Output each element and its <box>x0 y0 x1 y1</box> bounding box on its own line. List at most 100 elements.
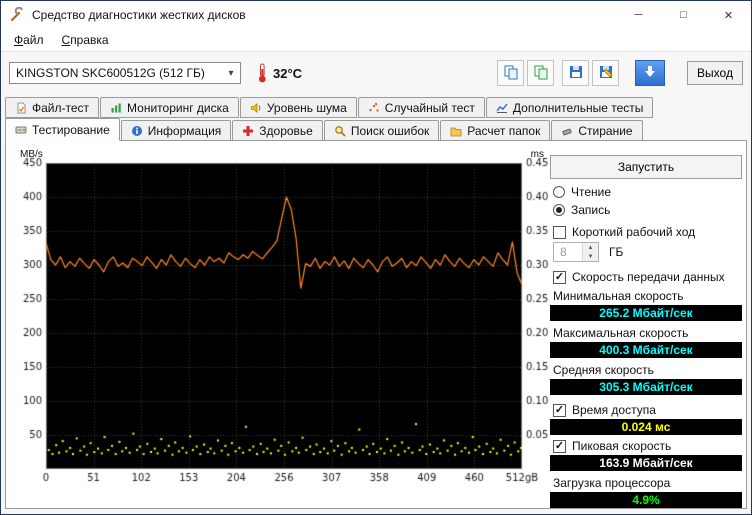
short-stroke-label: Короткий рабочий ход <box>572 225 695 239</box>
short-stroke-checkbox[interactable]: Короткий рабочий ход <box>550 225 742 239</box>
capacity-value: 8 <box>554 243 582 261</box>
disk-monitor-icon <box>110 102 122 114</box>
tab-health[interactable]: Здоровье <box>232 120 323 141</box>
burst-rate-label: Пиковая скорость <box>572 439 671 453</box>
start-button[interactable]: Запустить <box>550 155 742 179</box>
checkbox-icon <box>553 226 566 239</box>
write-radio[interactable]: Запись <box>550 203 742 217</box>
copy-text-button[interactable] <box>497 60 524 86</box>
tab-row-upper: Файл-тест Мониторинг диска Уровень шума … <box>5 96 747 118</box>
maximize-button[interactable]: □ <box>661 1 706 29</box>
window-title: Средство диагностики жестких дисков <box>32 8 246 22</box>
checkbox-checked-icon <box>553 271 566 284</box>
radio-icon <box>553 186 565 198</box>
down-arrow-icon <box>643 65 657 82</box>
drive-select-value: KINGSTON SKC600512G (512 ГБ) <box>16 66 205 80</box>
tab-label: Поиск ошибок <box>351 124 429 138</box>
folder-icon <box>450 125 462 137</box>
health-cross-icon <box>242 125 254 137</box>
checkbox-checked-icon <box>553 404 566 417</box>
menu-bar: Файл Справка <box>1 29 751 52</box>
max-speed-value: 400.3 Мбайт/сек <box>550 342 742 358</box>
drive-select[interactable]: KINGSTON SKC600512G (512 ГБ) ▾ <box>9 62 241 84</box>
avg-speed-label: Средняя скорость <box>550 363 742 377</box>
minimize-button[interactable]: ─ <box>616 1 661 29</box>
max-speed-label: Максимальная скорость <box>550 326 742 340</box>
capacity-input[interactable]: 8 ▲▼ <box>553 242 599 262</box>
tab-disk-monitor[interactable]: Мониторинг диска <box>100 97 239 118</box>
tab-label: Здоровье <box>259 124 313 138</box>
transfer-rate-label: Скорость передачи данных <box>572 270 725 284</box>
checkbox-checked-icon <box>553 440 566 453</box>
benchmark-chart-area: MB/s ms <box>8 147 552 503</box>
temperature-value: 32°C <box>273 66 302 81</box>
capacity-unit-label: ГБ <box>609 245 623 259</box>
capacity-spinner: ▲▼ <box>582 243 598 261</box>
spin-up-icon[interactable]: ▲ <box>583 243 598 252</box>
read-radio[interactable]: Чтение <box>550 185 742 199</box>
app-icon <box>9 7 25 23</box>
eraser-icon <box>561 125 573 137</box>
menu-help[interactable]: Справка <box>53 31 118 49</box>
tab-row-lower: Тестирование Информация Здоровье Поиск о… <box>5 119 747 141</box>
title-bar: Средство диагностики жестких дисков ─ □ … <box>1 1 751 29</box>
benchmark-controls-panel: Запустить Чтение Запись Короткий рабочий… <box>550 155 742 508</box>
thermometer-icon <box>257 63 268 83</box>
tab-noise-level[interactable]: Уровень шума <box>240 97 357 118</box>
tab-strip: Файл-тест Мониторинг диска Уровень шума … <box>5 96 747 141</box>
tab-label: Тестирование <box>32 123 110 137</box>
update-download-button[interactable] <box>635 60 665 86</box>
tab-label: Случайный тест <box>385 101 475 115</box>
extra-tests-icon <box>496 102 508 114</box>
burst-rate-value: 163.9 Мбайт/сек <box>550 455 742 471</box>
tab-label: Стирание <box>578 124 632 138</box>
cpu-usage-label: Загрузка процессора <box>550 476 742 490</box>
tab-label: Расчет папок <box>467 124 540 138</box>
tab-error-scan[interactable]: Поиск ошибок <box>324 120 439 141</box>
noise-level-icon <box>250 102 262 114</box>
magnifier-icon <box>334 125 346 137</box>
copy-pages-blue-icon <box>503 64 519 83</box>
tab-benchmark[interactable]: Тестирование <box>5 118 120 141</box>
left-axis-unit-label: MB/s <box>20 149 43 160</box>
avg-speed-value: 305.3 Мбайт/сек <box>550 379 742 395</box>
read-radio-label: Чтение <box>571 185 611 199</box>
floppy-pencil-icon <box>598 64 614 83</box>
menu-file[interactable]: Файл <box>5 31 53 49</box>
capacity-row: 8 ▲▼ ГБ <box>553 242 742 262</box>
burst-rate-checkbox[interactable]: Пиковая скорость <box>550 439 742 453</box>
tab-label: Информация <box>148 124 221 138</box>
tab-extra-tests[interactable]: Дополнительные тесты <box>486 97 653 118</box>
cpu-usage-value: 4.9% <box>550 492 742 508</box>
copy-image-button[interactable] <box>527 60 554 86</box>
toolbar: KINGSTON SKC600512G (512 ГБ) ▾ 32°C Выхо… <box>1 52 751 94</box>
app-window: Средство диагностики жестких дисков ─ □ … <box>0 0 752 515</box>
save-button[interactable] <box>562 60 589 86</box>
save-as-button[interactable] <box>592 60 619 86</box>
tab-erase[interactable]: Стирание <box>551 120 642 141</box>
close-button[interactable]: ✕ <box>706 1 751 29</box>
exit-button[interactable]: Выход <box>687 61 743 85</box>
copy-pages-green-icon <box>533 64 549 83</box>
radio-selected-icon <box>553 204 565 216</box>
random-test-icon <box>368 102 380 114</box>
tab-info[interactable]: Информация <box>121 120 231 141</box>
min-speed-label: Минимальная скорость <box>550 289 742 303</box>
tab-folder-usage[interactable]: Расчет папок <box>440 120 550 141</box>
spin-down-icon[interactable]: ▼ <box>583 252 598 261</box>
access-time-checkbox[interactable]: Время доступа <box>550 403 742 417</box>
access-time-value: 0.024 мс <box>550 419 742 435</box>
tab-random-test[interactable]: Случайный тест <box>358 97 485 118</box>
tab-file-test[interactable]: Файл-тест <box>5 97 99 118</box>
chevron-down-icon: ▾ <box>222 68 240 79</box>
benchmark-icon <box>15 124 27 136</box>
file-test-icon <box>15 102 27 114</box>
tab-label: Файл-тест <box>32 101 89 115</box>
transfer-rate-checkbox[interactable]: Скорость передачи данных <box>550 270 742 284</box>
access-time-label: Время доступа <box>572 403 656 417</box>
tab-label: Уровень шума <box>267 101 347 115</box>
benchmark-page: MB/s ms Запустить Чтение Запись Короткий… <box>5 140 747 509</box>
benchmark-chart <box>8 147 552 499</box>
tab-label: Дополнительные тесты <box>513 101 643 115</box>
right-axis-unit-label: ms <box>531 149 544 160</box>
